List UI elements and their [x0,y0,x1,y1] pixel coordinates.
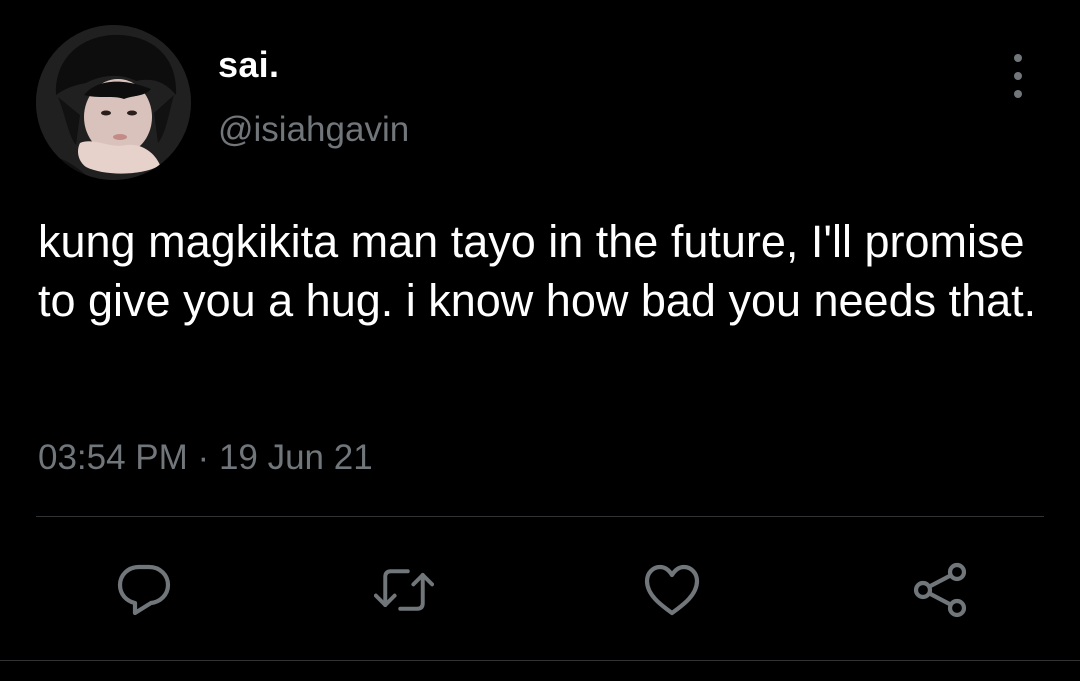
retweet-icon [374,569,434,611]
share-button[interactable] [910,560,970,620]
dot [1014,54,1022,62]
tweet-timestamp: 03:54 PM · 19 Jun 21 [38,438,373,478]
dot [1014,72,1022,80]
heart-icon [644,564,700,616]
reply-button[interactable] [114,560,174,620]
author-display-name[interactable]: sai. [218,44,279,86]
divider [36,516,1044,517]
dot [1014,90,1022,98]
like-button[interactable] [642,560,702,620]
reply-icon [117,564,171,616]
author-handle[interactable]: @isiahgavin [218,110,409,150]
avatar[interactable] [36,25,191,180]
more-vertical-icon[interactable] [1000,54,1036,98]
tweet-time[interactable]: 03:54 PM [38,438,188,477]
timestamp-separator: · [197,438,210,477]
share-icon [913,562,967,618]
tweet-text: kung magkikita man tayo in the future, I… [38,216,1037,326]
tweet-date[interactable]: 19 Jun 21 [219,438,373,477]
divider [0,660,1080,661]
retweet-button[interactable] [374,560,434,620]
